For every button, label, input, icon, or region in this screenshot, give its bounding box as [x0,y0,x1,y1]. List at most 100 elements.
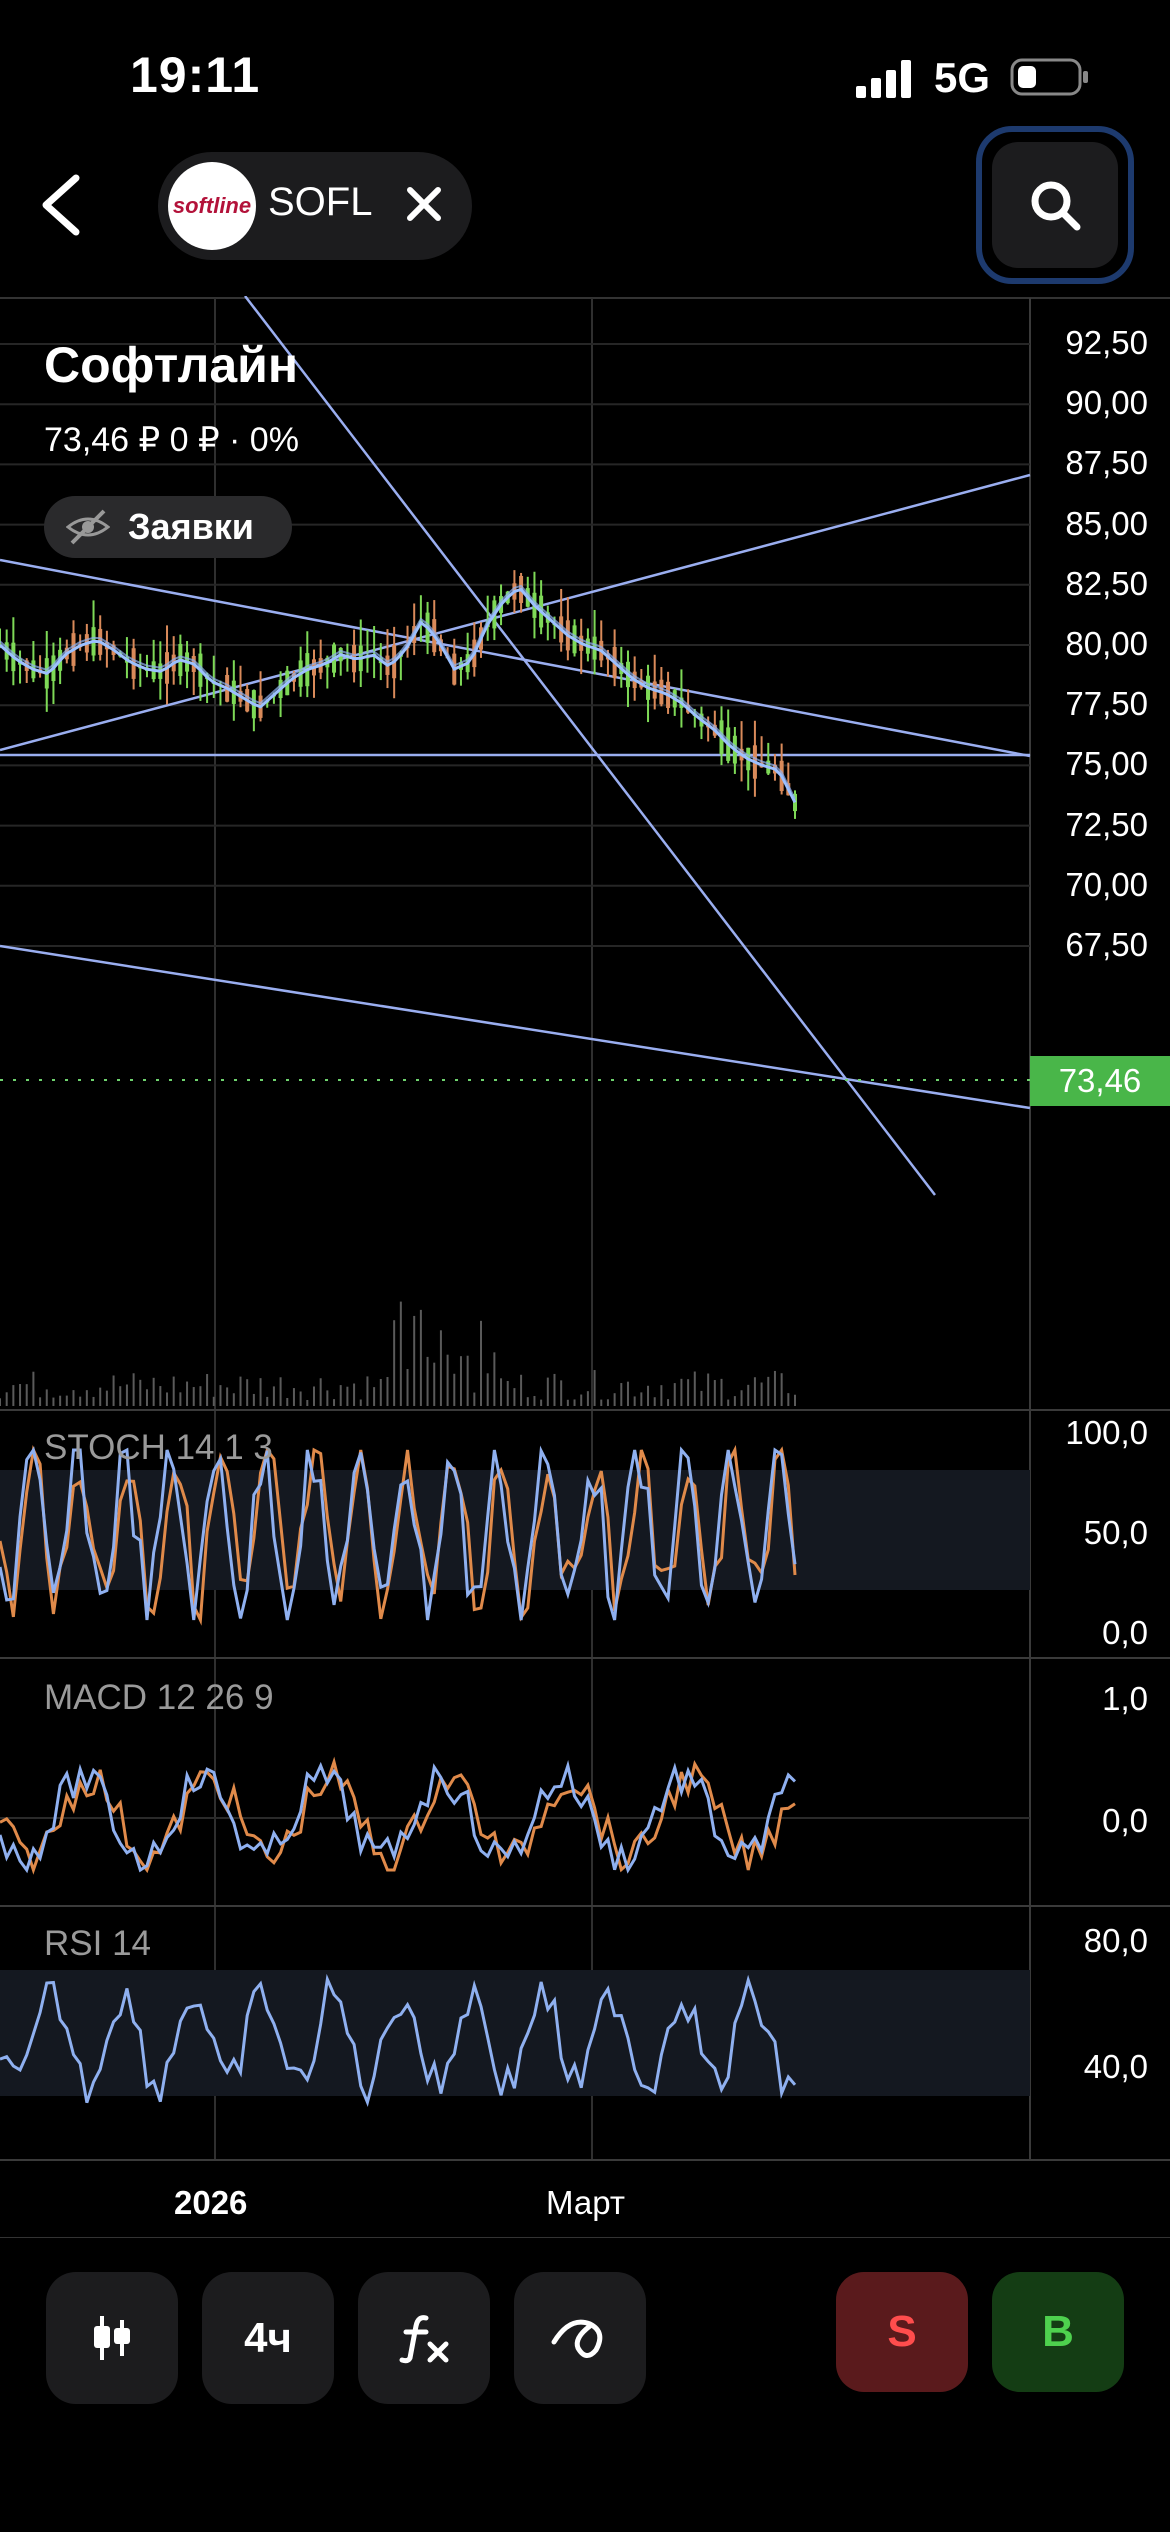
volume-bar [553,1373,556,1406]
volume-bar [707,1373,710,1406]
volume-bar [192,1387,195,1406]
volume-bar [419,1309,422,1406]
volume-bar [346,1386,349,1406]
volume-bar [132,1373,135,1406]
macd-tick: 0,0 [1102,1802,1148,1839]
network-type: 5G [934,54,991,101]
interval-button[interactable]: 4ч [202,2272,334,2404]
volume-bar [680,1378,683,1406]
volume-bar [780,1373,783,1406]
y-tick-label: 85,00 [1065,504,1148,542]
volume-bar [45,1389,48,1406]
volume-bar [493,1352,496,1406]
status-time: 19:11 [130,47,261,103]
ticker-label: SOFL [268,180,373,224]
battery-icon [1010,58,1088,96]
volume-bar [466,1355,469,1406]
volume-bar [25,1384,28,1406]
drawing-curve-icon [551,2319,603,2358]
volume-bar [312,1386,315,1406]
volume-bar [179,1392,182,1406]
volume-bar [166,1392,169,1406]
volume-bar [620,1383,623,1406]
instrument-name: Софтлайн [44,337,299,393]
buy-button[interactable]: B [992,2272,1124,2392]
volume-bar [787,1393,790,1406]
chart-type-button[interactable] [46,2272,178,2404]
volume-bar [413,1315,416,1406]
volume-bar [52,1397,55,1406]
volume-bar [292,1388,295,1406]
volume-bar [566,1399,569,1406]
volume-bar [145,1389,148,1406]
volume-bar [473,1392,476,1406]
volume-bar [232,1393,235,1406]
volume-bar [186,1381,189,1406]
stoch-tick: 0,0 [1102,1614,1148,1651]
function-icon [399,2315,449,2364]
volume-bar [613,1393,616,1406]
y-tick-label: 80,00 [1065,625,1148,662]
volume-bar [794,1394,796,1406]
volume-bar [399,1301,402,1406]
indicators-button[interactable] [358,2272,490,2404]
volume-bar [406,1369,409,1406]
volume-bar [239,1376,242,1406]
volume-bar [693,1371,696,1406]
volume-bar [0,1398,1,1406]
volume-bar [112,1375,115,1406]
volume-bar [586,1391,589,1406]
volume-bar [626,1381,629,1406]
drawing-tools-button[interactable] [514,2272,646,2404]
search-button[interactable] [976,126,1134,284]
stoch-tick: 50,0 [1083,1514,1148,1551]
rsi-tick: 40,0 [1083,2048,1148,2085]
volume-bar [526,1397,529,1406]
y-tick-label: 82,50 [1065,564,1148,602]
volume-bar [125,1384,128,1406]
volume-bar [159,1386,162,1406]
volume-bar [720,1378,723,1406]
volume-bar [19,1384,22,1406]
volume-bar [500,1378,503,1406]
volume-bar [65,1395,68,1406]
interval-label: 4ч [244,2314,292,2361]
volume-bar [199,1386,202,1406]
volume-bar [299,1391,302,1406]
back-icon[interactable] [28,170,98,240]
volume-bar [226,1387,229,1406]
volume-bar [212,1396,215,1406]
volume-bar [633,1396,636,1406]
volume-bar [79,1396,82,1406]
volume-bar [172,1376,175,1406]
volume-bar [480,1320,483,1406]
y-tick-label: 90,00 [1065,384,1148,422]
volume-bar [39,1397,42,1406]
signal-icon [856,60,911,98]
volume-bar [640,1392,643,1406]
volume-bar [326,1390,329,1406]
x-label-month: Март [546,2184,625,2221]
volume-bar [279,1377,282,1406]
volume-bar [687,1379,690,1406]
volume-bar [339,1385,342,1406]
volume-bar [252,1393,255,1406]
y-tick-label: 87,50 [1065,444,1148,482]
volume-bar [753,1377,756,1406]
ticker-chip[interactable]: softline SOFL [158,152,472,260]
volume-bar [506,1380,509,1406]
volume-bar [72,1390,75,1406]
close-icon[interactable] [398,178,450,230]
current-price-tag: 73,46 [1030,1056,1170,1106]
volume-bar [767,1376,770,1406]
sell-button[interactable]: S [836,2272,968,2392]
orders-toggle[interactable]: Заявки [44,496,292,558]
volume-bar [359,1399,362,1406]
volume-bar [453,1373,456,1406]
rsi-label: RSI 14 [44,1924,151,1963]
volume-bar [446,1354,449,1406]
volume-bar [32,1371,35,1406]
volume-bar [373,1387,376,1406]
volume-bar [433,1362,436,1406]
price-chart[interactable] [0,296,1170,2238]
